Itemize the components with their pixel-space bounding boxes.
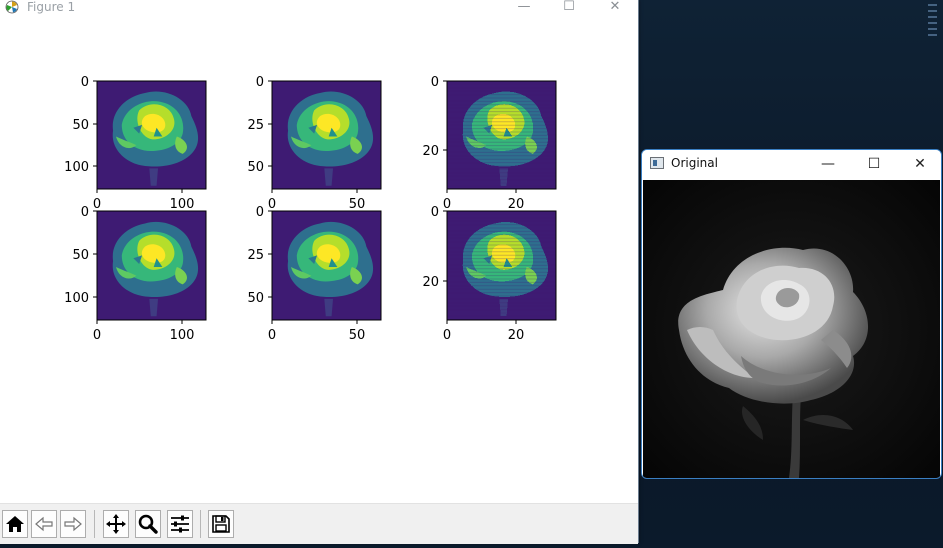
figure-canvas[interactable]: 0 50 100 0 100 0 25 50 0 50 0 20 0 20 0 50 100 0 100 0 25 50 0…: [0, 16, 638, 503]
y-tick-label: 50: [247, 160, 264, 175]
window-icon: [650, 157, 664, 169]
maximize-button[interactable]: ☐: [554, 0, 584, 16]
back-arrow-icon: [35, 516, 53, 532]
toolbar-separator: [200, 510, 201, 538]
y-tick-label: 0: [81, 205, 89, 220]
subplot-axes: 0 25 50 0 50: [247, 75, 382, 212]
original-window: Original — ☐ ✕: [641, 149, 942, 479]
y-tick-label: 50: [72, 248, 89, 263]
figure-titlebar[interactable]: Figure 1 — ☐ ✕: [0, 0, 638, 16]
y-tick-label: 100: [64, 291, 89, 306]
x-tick-label: 20: [508, 197, 525, 212]
x-tick-label: 50: [349, 328, 366, 343]
original-titlebar[interactable]: Original — ☐ ✕: [642, 150, 941, 179]
zoom-icon: [138, 514, 158, 534]
pan-button[interactable]: [103, 510, 129, 538]
x-tick-label: 0: [93, 328, 101, 343]
original-title: Original: [671, 156, 718, 170]
x-tick-label: 0: [93, 197, 101, 212]
forward-arrow-icon: [64, 516, 82, 532]
x-tick-label: 0: [268, 197, 276, 212]
x-tick-label: 0: [443, 197, 451, 212]
x-tick-label: 0: [443, 328, 451, 343]
y-tick-label: 50: [72, 118, 89, 133]
save-button[interactable]: [208, 510, 234, 538]
x-tick-label: 100: [170, 197, 195, 212]
subplot-axes: 0 20 0 20: [422, 205, 557, 343]
subplot-axes: 0 20 0 20: [422, 75, 557, 212]
home-button[interactable]: [2, 510, 28, 538]
close-button[interactable]: ✕: [600, 0, 630, 16]
desktop-edge-strip: [924, 0, 943, 60]
y-tick-label: 0: [256, 205, 264, 220]
x-tick-label: 100: [170, 328, 195, 343]
subplot-axes: 0 50 100 0 100: [64, 205, 207, 343]
subplot-grid: 0501000 100025500 500200 200501000 100025500…: [64, 75, 557, 343]
x-tick-label: 20: [508, 328, 525, 343]
figure-title: Figure 1: [27, 0, 76, 14]
figure-window: Figure 1 — ☐ ✕ 0 50 100 0 100 0 25 50 0 …: [0, 0, 639, 544]
original-close-button[interactable]: ✕: [900, 153, 940, 175]
y-tick-label: 25: [247, 248, 264, 263]
forward-button[interactable]: [60, 510, 86, 538]
save-icon: [212, 515, 230, 533]
home-icon: [6, 516, 24, 532]
y-tick-label: 0: [256, 75, 264, 90]
toolbar-separator: [94, 510, 95, 538]
original-minimize-button[interactable]: —: [808, 153, 848, 175]
back-button[interactable]: [31, 510, 57, 538]
y-tick-label: 100: [64, 160, 89, 175]
y-tick-label: 20: [422, 144, 439, 159]
y-tick-label: 25: [247, 118, 264, 133]
y-tick-label: 50: [247, 291, 264, 306]
x-tick-label: 0: [268, 328, 276, 343]
zoom-button[interactable]: [135, 510, 161, 538]
y-tick-label: 0: [81, 75, 89, 90]
x-tick-label: 50: [349, 197, 366, 212]
subplot-axes: 0 50 100 0 100: [64, 75, 207, 212]
minimize-button[interactable]: —: [509, 0, 539, 16]
y-tick-label: 20: [422, 275, 439, 290]
y-tick-label: 0: [431, 205, 439, 220]
sliders-icon: [171, 515, 189, 533]
configure-subplots-button[interactable]: [167, 510, 193, 538]
navigation-toolbar: [0, 503, 638, 544]
pan-icon: [106, 514, 126, 534]
original-rose-image: [643, 180, 940, 478]
y-tick-label: 0: [431, 75, 439, 90]
original-maximize-button[interactable]: ☐: [854, 153, 894, 175]
subplot-axes: 0 25 50 0 50: [247, 205, 382, 343]
matplotlib-icon: [5, 0, 19, 14]
